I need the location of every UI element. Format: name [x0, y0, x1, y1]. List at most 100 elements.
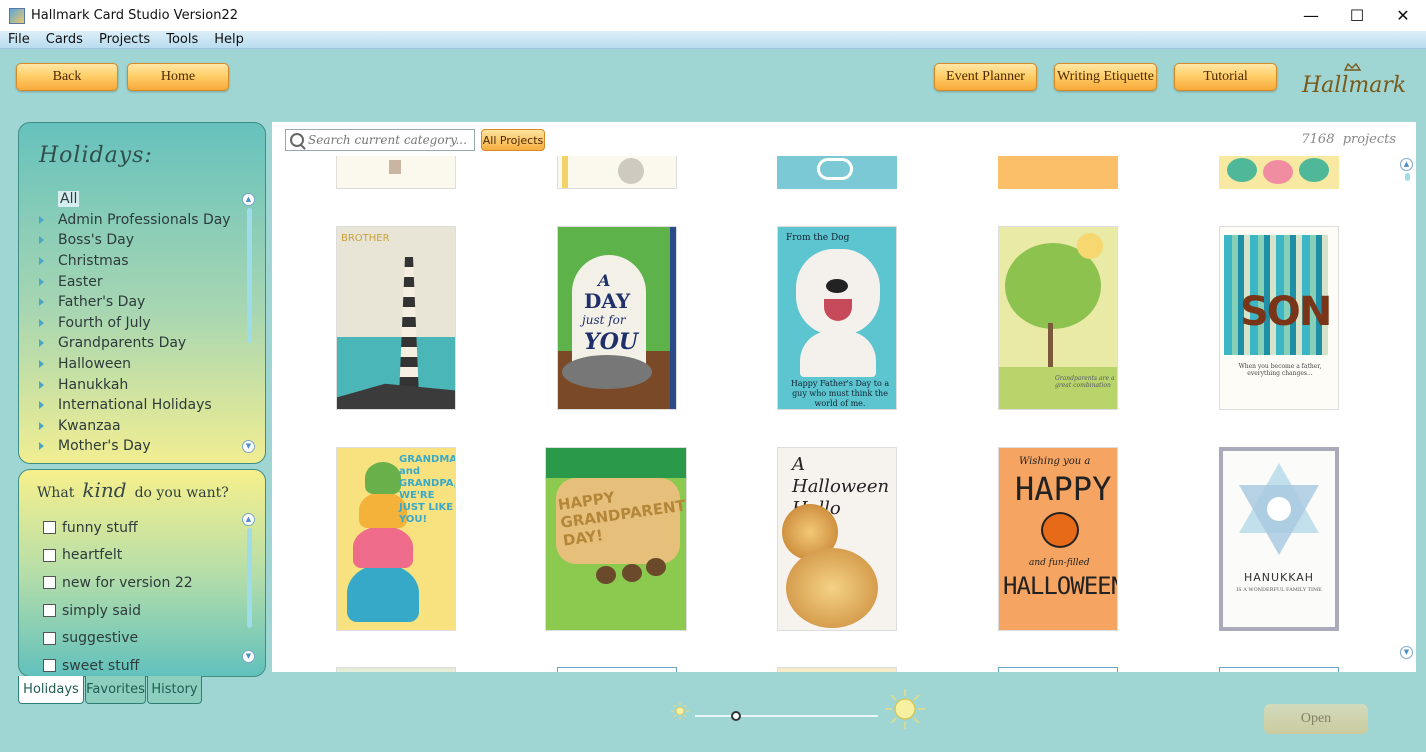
holiday-item-fourth-of-july[interactable]: Fourth of July	[35, 313, 245, 334]
card-thumbnail[interactable]	[998, 667, 1118, 672]
card-pumpkin[interactable]: A Halloween Hello	[777, 447, 897, 631]
scroll-down-icon[interactable]: ▼	[242, 650, 255, 663]
card-thumbnail[interactable]	[998, 156, 1118, 189]
tab-holidays[interactable]: Holidays	[18, 676, 84, 704]
expand-icon[interactable]	[39, 339, 44, 348]
scroll-up-icon[interactable]: ▲	[1400, 158, 1413, 171]
kind-option-simply-said[interactable]: simply said	[43, 597, 243, 625]
card-thumbnail[interactable]	[557, 156, 677, 189]
zoom-slider-knob[interactable]	[731, 711, 741, 721]
scroll-up-icon[interactable]: ▲	[242, 513, 255, 526]
scrollbar-thumb[interactable]	[1404, 173, 1410, 181]
card-turtles[interactable]: GRANDMA and GRANDPA, WE'RE JUST LIKE YOU…	[336, 447, 456, 631]
expand-icon[interactable]	[39, 298, 44, 307]
card-dog[interactable]: From the Dog Happy Father's Day to a guy…	[777, 226, 897, 410]
zoom-in-sun-icon[interactable]	[884, 688, 926, 730]
kind-option-suggestive[interactable]: suggestive	[43, 624, 243, 652]
expand-icon[interactable]	[39, 236, 44, 245]
expand-icon[interactable]	[39, 257, 44, 266]
holiday-item-mothers-day[interactable]: Mother's Day	[35, 436, 245, 457]
all-projects-button[interactable]: All Projects	[481, 129, 545, 151]
holiday-item-kwanzaa[interactable]: Kwanzaa	[35, 416, 245, 437]
close-icon[interactable]: ✕	[1380, 0, 1426, 31]
expand-icon[interactable]	[39, 442, 44, 451]
expand-icon[interactable]	[39, 421, 44, 430]
checkbox[interactable]	[43, 576, 56, 590]
kind-option-sweet-stuff[interactable]: sweet stuff	[43, 652, 243, 676]
search-input[interactable]	[308, 133, 468, 147]
open-button[interactable]: Open	[1264, 704, 1368, 734]
expand-icon[interactable]	[39, 360, 44, 369]
card-halloween[interactable]: Wishing you a HAPPY and fun-filled HALLO…	[998, 447, 1118, 631]
card-tree[interactable]: Grandparents are a great combination	[998, 226, 1118, 410]
card-son[interactable]: SON When you become a father, everything…	[1219, 226, 1339, 410]
holiday-item-all[interactable]: All	[35, 189, 245, 210]
event-planner-button[interactable]: Event Planner	[934, 63, 1037, 91]
checkbox[interactable]	[43, 659, 56, 673]
gallery-scrollbar[interactable]: ▲ ▼	[1400, 158, 1414, 672]
kind-title-word: kind	[82, 478, 127, 502]
holiday-item-halloween[interactable]: Halloween	[35, 354, 245, 375]
holiday-item-bosss-day[interactable]: Boss's Day	[35, 230, 245, 251]
tab-history[interactable]: History	[147, 676, 202, 704]
expand-icon[interactable]	[39, 215, 44, 224]
card-thumbnail[interactable]	[336, 667, 456, 672]
minimize-icon[interactable]: —	[1288, 0, 1334, 31]
scroll-up-icon[interactable]: ▲	[242, 193, 255, 206]
checkbox[interactable]	[43, 521, 56, 535]
card-thumbnail[interactable]	[336, 156, 456, 189]
tab-favorites[interactable]: Favorites	[85, 676, 146, 704]
holiday-item-label: Fourth of July	[58, 314, 151, 331]
kind-option-funny-stuff[interactable]: funny stuff	[43, 514, 243, 542]
checkbox[interactable]	[43, 631, 56, 645]
menu-tools[interactable]: Tools	[158, 32, 206, 47]
home-button[interactable]: Home	[127, 63, 229, 91]
card-thumbnail[interactable]	[1219, 156, 1339, 189]
holiday-item-admin-professionals-day[interactable]: Admin Professionals Day	[35, 210, 245, 231]
window-title: Hallmark Card Studio Version22	[31, 8, 239, 23]
checkbox[interactable]	[43, 548, 56, 562]
scroll-down-icon[interactable]: ▼	[1400, 646, 1413, 659]
scrollbar-track[interactable]	[246, 528, 252, 628]
card-tree-text: Grandparents are a great combination	[1055, 375, 1115, 389]
scrollbar-track[interactable]	[246, 208, 252, 343]
maximize-icon[interactable]: ☐	[1334, 0, 1380, 31]
scroll-down-icon[interactable]: ▼	[242, 440, 255, 453]
card-hanukkah[interactable]: HANUKKAH IS A WONDERFUL FAMILY TIME	[1219, 447, 1339, 631]
card-thumbnail[interactable]	[777, 156, 897, 189]
tutorial-button[interactable]: Tutorial	[1174, 63, 1277, 91]
expand-icon[interactable]	[39, 401, 44, 410]
card-grandparents-day[interactable]: HAPPY GRANDPARENTS DAY!	[545, 447, 687, 631]
holiday-item-label: International Holidays	[58, 397, 212, 414]
kind-option-new-for-version-22[interactable]: new for version 22	[43, 569, 243, 597]
checkbox[interactable]	[43, 604, 56, 618]
card-thumbnail[interactable]	[777, 667, 897, 672]
card-brother[interactable]: BROTHER	[336, 226, 456, 410]
menu-cards[interactable]: Cards	[38, 32, 91, 47]
card-thumbnail[interactable]	[557, 667, 677, 672]
expand-icon[interactable]	[39, 380, 44, 389]
zoom-slider-track[interactable]	[695, 715, 878, 717]
holiday-item-grandparents-day[interactable]: Grandparents Day	[35, 333, 245, 354]
card-halloween-top: Wishing you a	[1019, 456, 1091, 467]
card-thumbnail[interactable]	[1219, 667, 1339, 672]
back-button[interactable]: Back	[16, 63, 118, 91]
menu-file[interactable]: File	[0, 32, 38, 47]
expand-icon[interactable]	[39, 318, 44, 327]
kind-scrollbar[interactable]: ▲ ▼	[242, 513, 256, 663]
holiday-item-hanukkah[interactable]: Hanukkah	[35, 374, 245, 395]
card-halloween-bottom: HALLOWEEN	[1003, 572, 1118, 600]
menu-help[interactable]: Help	[206, 32, 252, 47]
kind-option-heartfelt[interactable]: heartfelt	[43, 542, 243, 570]
zoom-out-sun-icon[interactable]	[671, 702, 689, 720]
card-cat[interactable]: A DAY just for YOU	[557, 226, 677, 410]
holiday-item-christmas[interactable]: Christmas	[35, 251, 245, 272]
holidays-scrollbar[interactable]: ▲ ▼	[242, 193, 256, 453]
menu-projects[interactable]: Projects	[91, 32, 158, 47]
holiday-item-easter[interactable]: Easter	[35, 271, 245, 292]
expand-icon[interactable]	[39, 277, 44, 286]
holiday-item-fathers-day[interactable]: Father's Day	[35, 292, 245, 313]
writing-etiquette-button[interactable]: Writing Etiquette	[1054, 63, 1157, 91]
holiday-item-international-holidays[interactable]: International Holidays	[35, 395, 245, 416]
search-box[interactable]	[285, 129, 475, 151]
